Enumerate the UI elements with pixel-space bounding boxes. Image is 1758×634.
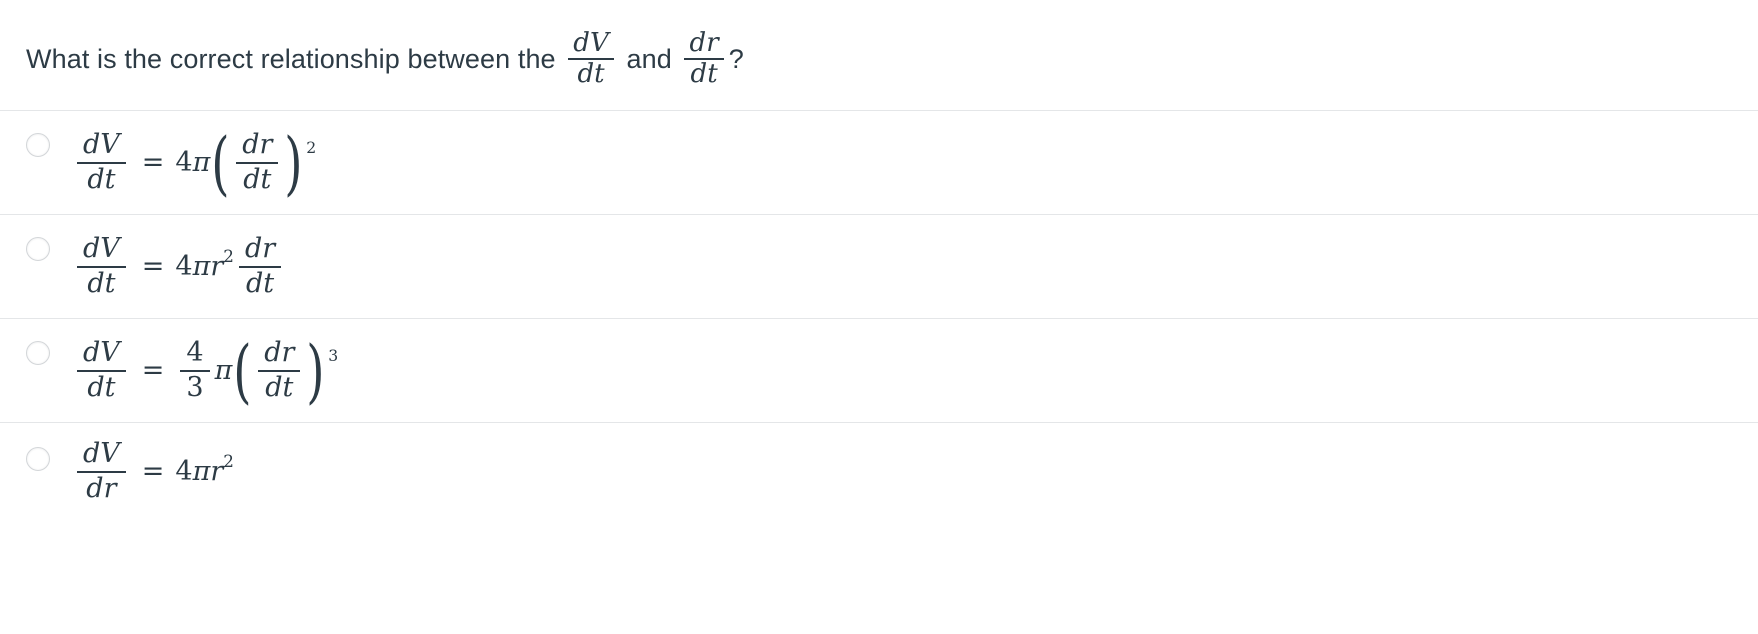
radio-button-option-3[interactable] [26,341,50,365]
fraction-denominator: dt [87,267,116,299]
answer-option-2[interactable]: dV dt = 4 π r 2 dr dt [0,214,1758,318]
answer-option-4-math: dV dr = 4 π r 2 [72,438,1758,504]
answer-option-2-math: dV dt = 4 π r 2 dr dt [72,233,1758,299]
fraction-numerator: dr [689,27,719,58]
question-fraction-dr-dt: dr dt [679,27,728,89]
fraction-denominator: dt [577,59,605,89]
quiz-question: What is the correct relationship between… [0,0,1758,520]
answer-option-3[interactable]: dV dt = 4 3 π ( dr dt) 3 [0,318,1758,422]
fraction-denominator: dr [86,472,117,504]
paren-close: ) [306,331,325,412]
question-middle: and [618,43,680,74]
fraction: dV dt [77,233,126,299]
answer-option-3-math: dV dt = 4 3 π ( dr dt) 3 [72,331,1758,412]
radio-button-option-4[interactable] [26,447,50,471]
pi-symbol: π [192,147,211,178]
fraction: dV dt [568,27,614,89]
radio-button-option-1[interactable] [26,133,50,157]
fraction-numerator: dr [242,129,273,161]
coefficient: 4 [175,147,193,178]
variable-exponent: 2 [223,450,234,471]
variable-r: r [210,456,224,487]
fraction: dr dt [258,337,301,403]
variable-r: r [210,251,224,282]
exponent: 2 [306,137,317,157]
fraction-numerator: dr [244,233,276,265]
pi-symbol: π [214,355,233,386]
exponent: 3 [328,345,339,365]
answer-list: dV dt = 4 π ( dr dt ) 2 dV dt = 4 π r 2 … [0,110,1758,520]
fraction-denominator: dt [87,371,116,403]
paren-close: ) [284,123,303,204]
equals-sign: = [141,251,165,282]
paren-open: ( [211,123,230,204]
question-text: What is the correct relationship between… [0,0,1758,92]
fraction-numerator: dr [264,337,295,369]
answer-option-4[interactable]: dV dr = 4 π r 2 [0,422,1758,520]
fraction-denominator: 3 [186,371,204,403]
question-fraction-dV-dt: dV dt [563,27,619,89]
fraction-numerator: 4 [186,337,204,369]
paren-open: ( [233,331,252,412]
radio-button-option-2[interactable] [26,237,50,261]
fraction-denominator: dt [245,267,275,299]
fraction-denominator: dt [87,163,116,195]
coefficient: 4 [175,251,193,282]
question-prefix: What is the correct relationship between… [26,43,564,74]
equals-sign: = [141,147,165,178]
coefficient: 4 [175,456,193,487]
equals-sign: = [141,355,165,386]
pi-symbol: π [192,456,211,487]
pi-symbol: π [192,251,211,282]
fraction: dV dr [77,438,126,504]
fraction: dr dt [236,129,279,195]
question-suffix: ? [728,43,744,74]
fraction-numerator: dV [573,27,609,58]
fraction-denominator: dt [265,371,294,403]
answer-option-1-math: dV dt = 4 π ( dr dt ) 2 [72,123,1758,204]
fraction-numerator: dV [83,233,120,265]
fraction-numerator: dV [83,129,120,161]
fraction: dV dt [77,129,126,195]
fraction: dr dt [238,233,282,299]
fraction: dV dt [77,337,126,403]
fraction-denominator: dt [690,59,718,89]
fraction-numerator: dV [83,337,120,369]
equals-sign: = [141,456,165,487]
fraction-numerator: dV [83,438,120,470]
fraction-denominator: dt [243,163,272,195]
fraction: dr dt [684,27,724,89]
answer-option-1[interactable]: dV dt = 4 π ( dr dt ) 2 [0,110,1758,214]
variable-exponent: 2 [223,245,234,266]
coefficient-fraction: 4 3 [180,337,210,403]
